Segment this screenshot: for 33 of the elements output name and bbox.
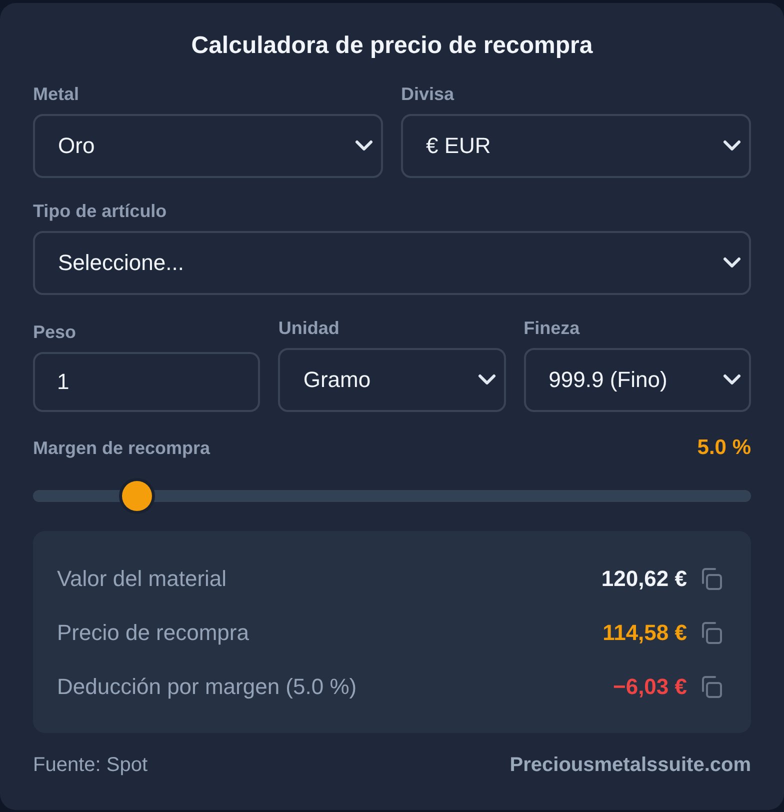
field-label: Peso — [33, 321, 78, 343]
source-note: Fuente: Spot — [33, 753, 148, 777]
slider-label: Margen de recompra — [33, 437, 210, 459]
slider-thumb[interactable] — [122, 481, 152, 511]
copy-icon[interactable] — [699, 675, 723, 699]
result-label: Deducción por margen (5.0 %) — [57, 674, 357, 700]
result-label: Precio de recompra — [57, 620, 249, 646]
chevron-down-icon — [355, 140, 373, 152]
field-label: Divisa — [401, 83, 456, 105]
input-field[interactable]: 1 — [33, 352, 260, 412]
field-label: Fineza — [524, 317, 581, 339]
chevron-down-icon — [722, 374, 741, 386]
field-label: Metal — [33, 83, 80, 105]
dropdown[interactable]: 999.9 (Fino) — [524, 348, 751, 412]
copy-icon[interactable] — [699, 567, 723, 591]
chevron-down-icon — [723, 257, 741, 269]
result-value: 120,62 € — [601, 566, 687, 592]
margin-percentage: 5.0 % — [697, 436, 751, 460]
result-value: 114,58 € — [602, 620, 687, 646]
field-label: Unidad — [278, 317, 340, 339]
dropdown[interactable]: € EUR — [401, 114, 751, 178]
field-label: Tipo de artículo — [33, 200, 168, 222]
calculator-title: Calculadora de precio de recompra — [190, 31, 594, 61]
dropdown[interactable]: Gramo — [278, 348, 506, 412]
result-value: −6,03 € — [612, 674, 687, 700]
slider-track[interactable] — [33, 481, 751, 511]
chevron-down-icon — [478, 374, 496, 386]
result-label: Valor del material — [57, 566, 227, 592]
dropdown[interactable]: Oro — [33, 114, 383, 178]
copy-icon[interactable] — [699, 621, 723, 645]
website-link[interactable]: Preciousmetalssuite.com — [510, 753, 751, 777]
chevron-down-icon — [723, 140, 741, 152]
dropdown[interactable]: Seleccione... — [33, 231, 751, 295]
